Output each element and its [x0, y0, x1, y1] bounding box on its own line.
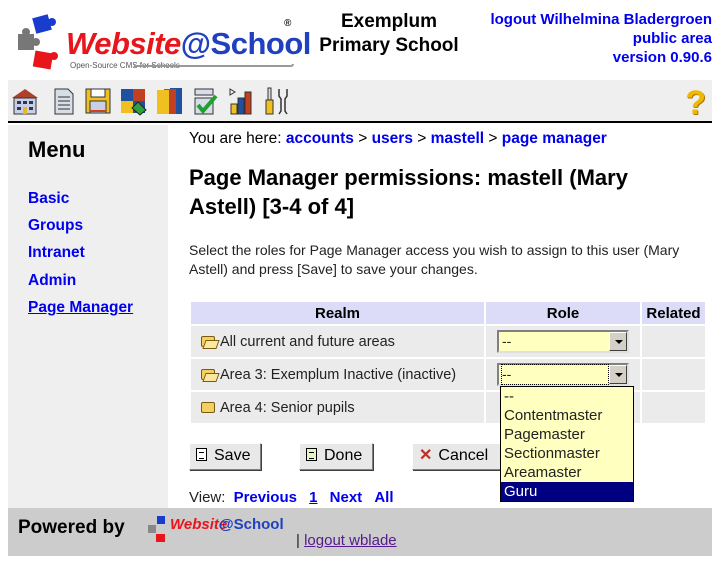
folder-open-icon: [201, 368, 215, 380]
footer-logout-link[interactable]: logout wblade: [304, 532, 397, 549]
sidebar-item-admin[interactable]: Admin: [28, 272, 76, 290]
pager-next[interactable]: Next: [330, 489, 363, 506]
sidebar-item-intranet[interactable]: Intranet: [28, 244, 85, 262]
done-button[interactable]: Done: [299, 443, 374, 470]
role-select-all-areas[interactable]: --: [497, 330, 629, 353]
menu-title: Menu: [28, 137, 86, 162]
file-manager-icon[interactable]: [83, 86, 113, 116]
help-icon[interactable]: ?: [685, 84, 706, 123]
logo-wordmark: Website@School: [66, 26, 311, 62]
logo-text-website: Website: [66, 26, 181, 61]
cancel-x-icon: ✕: [419, 447, 433, 464]
pager: View: Previous 1 Next All: [189, 489, 394, 506]
version-label: version 0.90.6: [612, 49, 712, 66]
account-manager-icon[interactable]: [154, 86, 184, 116]
document-icon: [196, 448, 207, 461]
pager-previous[interactable]: Previous: [234, 489, 297, 506]
puzzle-pieces-icon: [148, 516, 165, 542]
breadcrumb-separator: >: [488, 130, 498, 147]
realm-label: All current and future areas: [220, 333, 395, 350]
breadcrumb-page-manager[interactable]: page manager: [502, 130, 607, 147]
footer-logo[interactable]: Website @School: [146, 513, 286, 547]
header-realm: Realm: [191, 302, 484, 324]
breadcrumb-accounts[interactable]: accounts: [286, 130, 354, 147]
footer: Powered by Website @School | logout wbla…: [8, 508, 712, 556]
sidebar-item-groups[interactable]: Groups: [28, 217, 83, 235]
breadcrumb-separator: >: [358, 130, 368, 147]
sidebar-menu: Menu Basic Groups Intranet Admin Page Ma…: [8, 125, 168, 508]
dropdown-option-pagemaster[interactable]: Pagemaster: [501, 425, 633, 444]
table-header-row: Realm Role Related: [191, 302, 705, 324]
role-select-value: --: [502, 333, 512, 349]
dropdown-option-guru[interactable]: Guru: [501, 482, 633, 501]
header-role: Role: [486, 302, 640, 324]
breadcrumb-mastell[interactable]: mastell: [431, 130, 484, 147]
dropdown-option-sectionmaster[interactable]: Sectionmaster: [501, 444, 633, 463]
header-related: Related: [642, 302, 705, 324]
registered-mark: ®: [284, 18, 292, 29]
footer-separator: |: [296, 532, 300, 549]
realm-cell: Area 4: Senior pupils: [191, 392, 484, 423]
realm-label: Area 3: Exemplum Inactive (inactive): [220, 366, 457, 383]
toolbar: ?: [8, 80, 712, 123]
folder-closed-icon: [201, 401, 215, 413]
tools-icon[interactable]: [262, 86, 292, 116]
role-cell: --: [486, 326, 640, 357]
save-button[interactable]: Save: [189, 443, 262, 470]
document-icon: [306, 448, 317, 461]
related-cell: [642, 392, 705, 423]
dropdown-arrow-icon[interactable]: [609, 332, 627, 351]
cancel-button-label: Cancel: [438, 447, 489, 464]
dropdown-option-areamaster[interactable]: Areamaster: [501, 463, 633, 482]
breadcrumb-prefix: You are here:: [189, 130, 282, 147]
page-title: Page Manager permissions: mastell (Mary …: [189, 165, 628, 219]
footer-links: | logout wblade: [296, 532, 397, 549]
header-links: logout Wilhelmina Bladergroen public are…: [490, 10, 712, 67]
realm-cell: All current and future areas: [191, 326, 484, 357]
sidebar-item-page-manager[interactable]: Page Manager: [28, 299, 133, 317]
pager-all[interactable]: All: [374, 489, 393, 506]
school-name-line1: Exemplum: [340, 11, 438, 32]
table-row: All current and future areas --: [191, 326, 705, 357]
sidebar-item-basic[interactable]: Basic: [28, 190, 69, 208]
breadcrumb-separator: >: [417, 130, 427, 147]
main-content: You are here: accounts > users > mastell…: [168, 125, 712, 508]
role-dropdown-list[interactable]: -- Contentmaster Pagemaster Sectionmaste…: [500, 386, 634, 502]
breadcrumb-users[interactable]: users: [372, 130, 413, 147]
dropdown-option-contentmaster[interactable]: Contentmaster: [501, 406, 633, 425]
logo-swoosh: [134, 64, 294, 67]
modules-icon[interactable]: [118, 86, 148, 116]
page-manager-icon[interactable]: [48, 86, 78, 116]
realm-label: Area 4: Senior pupils: [220, 399, 355, 416]
pager-label: View:: [189, 489, 226, 506]
save-button-label: Save: [214, 447, 251, 464]
school-name-line2: Primary School: [319, 35, 459, 56]
role-select-area-3[interactable]: --: [497, 363, 629, 386]
start-center-icon[interactable]: [10, 86, 40, 116]
school-name: Exemplum Primary School: [304, 10, 474, 58]
footer-logo-school: @School: [219, 516, 284, 533]
intro-text: Select the roles for Page Manager access…: [189, 242, 680, 277]
related-cell: [642, 359, 705, 390]
logout-link[interactable]: logout Wilhelmina Bladergroen: [490, 10, 712, 29]
dropdown-arrow-icon[interactable]: [609, 365, 627, 384]
done-button-label: Done: [324, 447, 363, 464]
breadcrumb: You are here: accounts > users > mastell…: [189, 130, 607, 148]
website-at-school-logo[interactable]: Website@School ® Open-Source CMS for Sch…: [14, 12, 311, 74]
folder-open-icon: [201, 335, 215, 347]
statistics-icon[interactable]: [226, 86, 256, 116]
logo-text-school: @School: [180, 26, 312, 61]
role-select-value: --: [501, 364, 609, 385]
powered-by-label: Powered by: [18, 517, 125, 538]
public-area-link[interactable]: public area: [490, 29, 712, 48]
puzzle-pieces-icon: [18, 14, 58, 70]
dropdown-option-none[interactable]: --: [501, 387, 633, 406]
configuration-manager-icon[interactable]: [190, 86, 220, 116]
header: Website@School ® Open-Source CMS for Sch…: [8, 8, 712, 80]
realm-cell: Area 3: Exemplum Inactive (inactive): [191, 359, 484, 390]
related-cell: [642, 326, 705, 357]
pager-page-1[interactable]: 1: [309, 489, 317, 506]
